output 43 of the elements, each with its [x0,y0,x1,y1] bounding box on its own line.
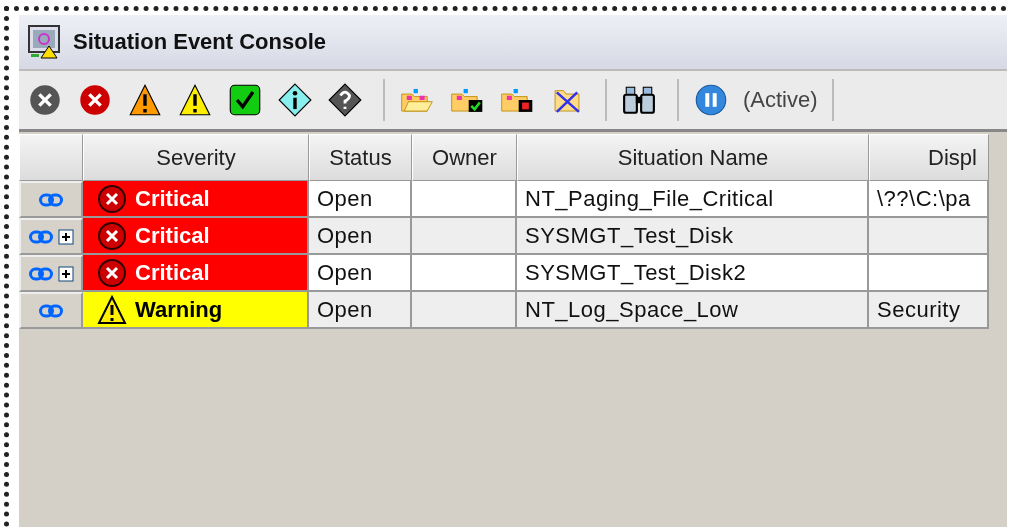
table-cell: Open [309,218,412,255]
error-icon[interactable] [78,83,112,117]
table-cell: \??\C:\pa [869,181,989,218]
expand-icon[interactable] [58,265,74,282]
row-header[interactable] [19,292,83,329]
warning-icon[interactable] [128,83,162,117]
severity-label: Critical [135,259,210,286]
table-cell: NT_Log_Space_Low [517,292,869,329]
table-cell: Open [309,255,412,292]
info-icon[interactable] [278,83,312,117]
pause-icon[interactable] [694,83,728,117]
severity-label: Critical [135,185,210,212]
column-header[interactable]: Displ [869,134,989,181]
close-circle-icon[interactable] [28,83,62,117]
column-header[interactable]: Situation Name [517,134,869,181]
severity-label: Warning [135,296,223,323]
help-icon[interactable] [328,83,362,117]
row-header[interactable] [19,255,83,292]
table-cell: NT_Paging_File_Critical [517,181,869,218]
checkmark-icon[interactable] [228,83,262,117]
table-cell: Open [309,181,412,218]
link-icon[interactable] [38,192,64,207]
table-cell: Open [309,292,412,329]
expand-icon[interactable] [58,228,74,245]
warning-icon [97,294,127,325]
column-header[interactable]: Status [309,134,412,181]
link-icon[interactable] [38,303,64,318]
error-icon [97,183,127,214]
row-header[interactable] [19,181,83,218]
table-cell: Security [869,292,989,329]
status-label: (Active) [743,87,818,113]
window-title: Situation Event Console [73,29,327,55]
table-cell: SYSMGT_Test_Disk [517,218,869,255]
severity-label: Critical [135,222,210,249]
row-header-corner [19,134,83,181]
table-cell: SYSMGT_Test_Disk2 [517,255,869,292]
error-icon [97,220,127,251]
warning-icon[interactable] [178,83,212,117]
column-header[interactable]: Owner [412,134,517,181]
monitor-icon [27,24,63,60]
row-header[interactable] [19,218,83,255]
error-icon [97,257,127,288]
column-header[interactable]: Severity [83,134,309,181]
